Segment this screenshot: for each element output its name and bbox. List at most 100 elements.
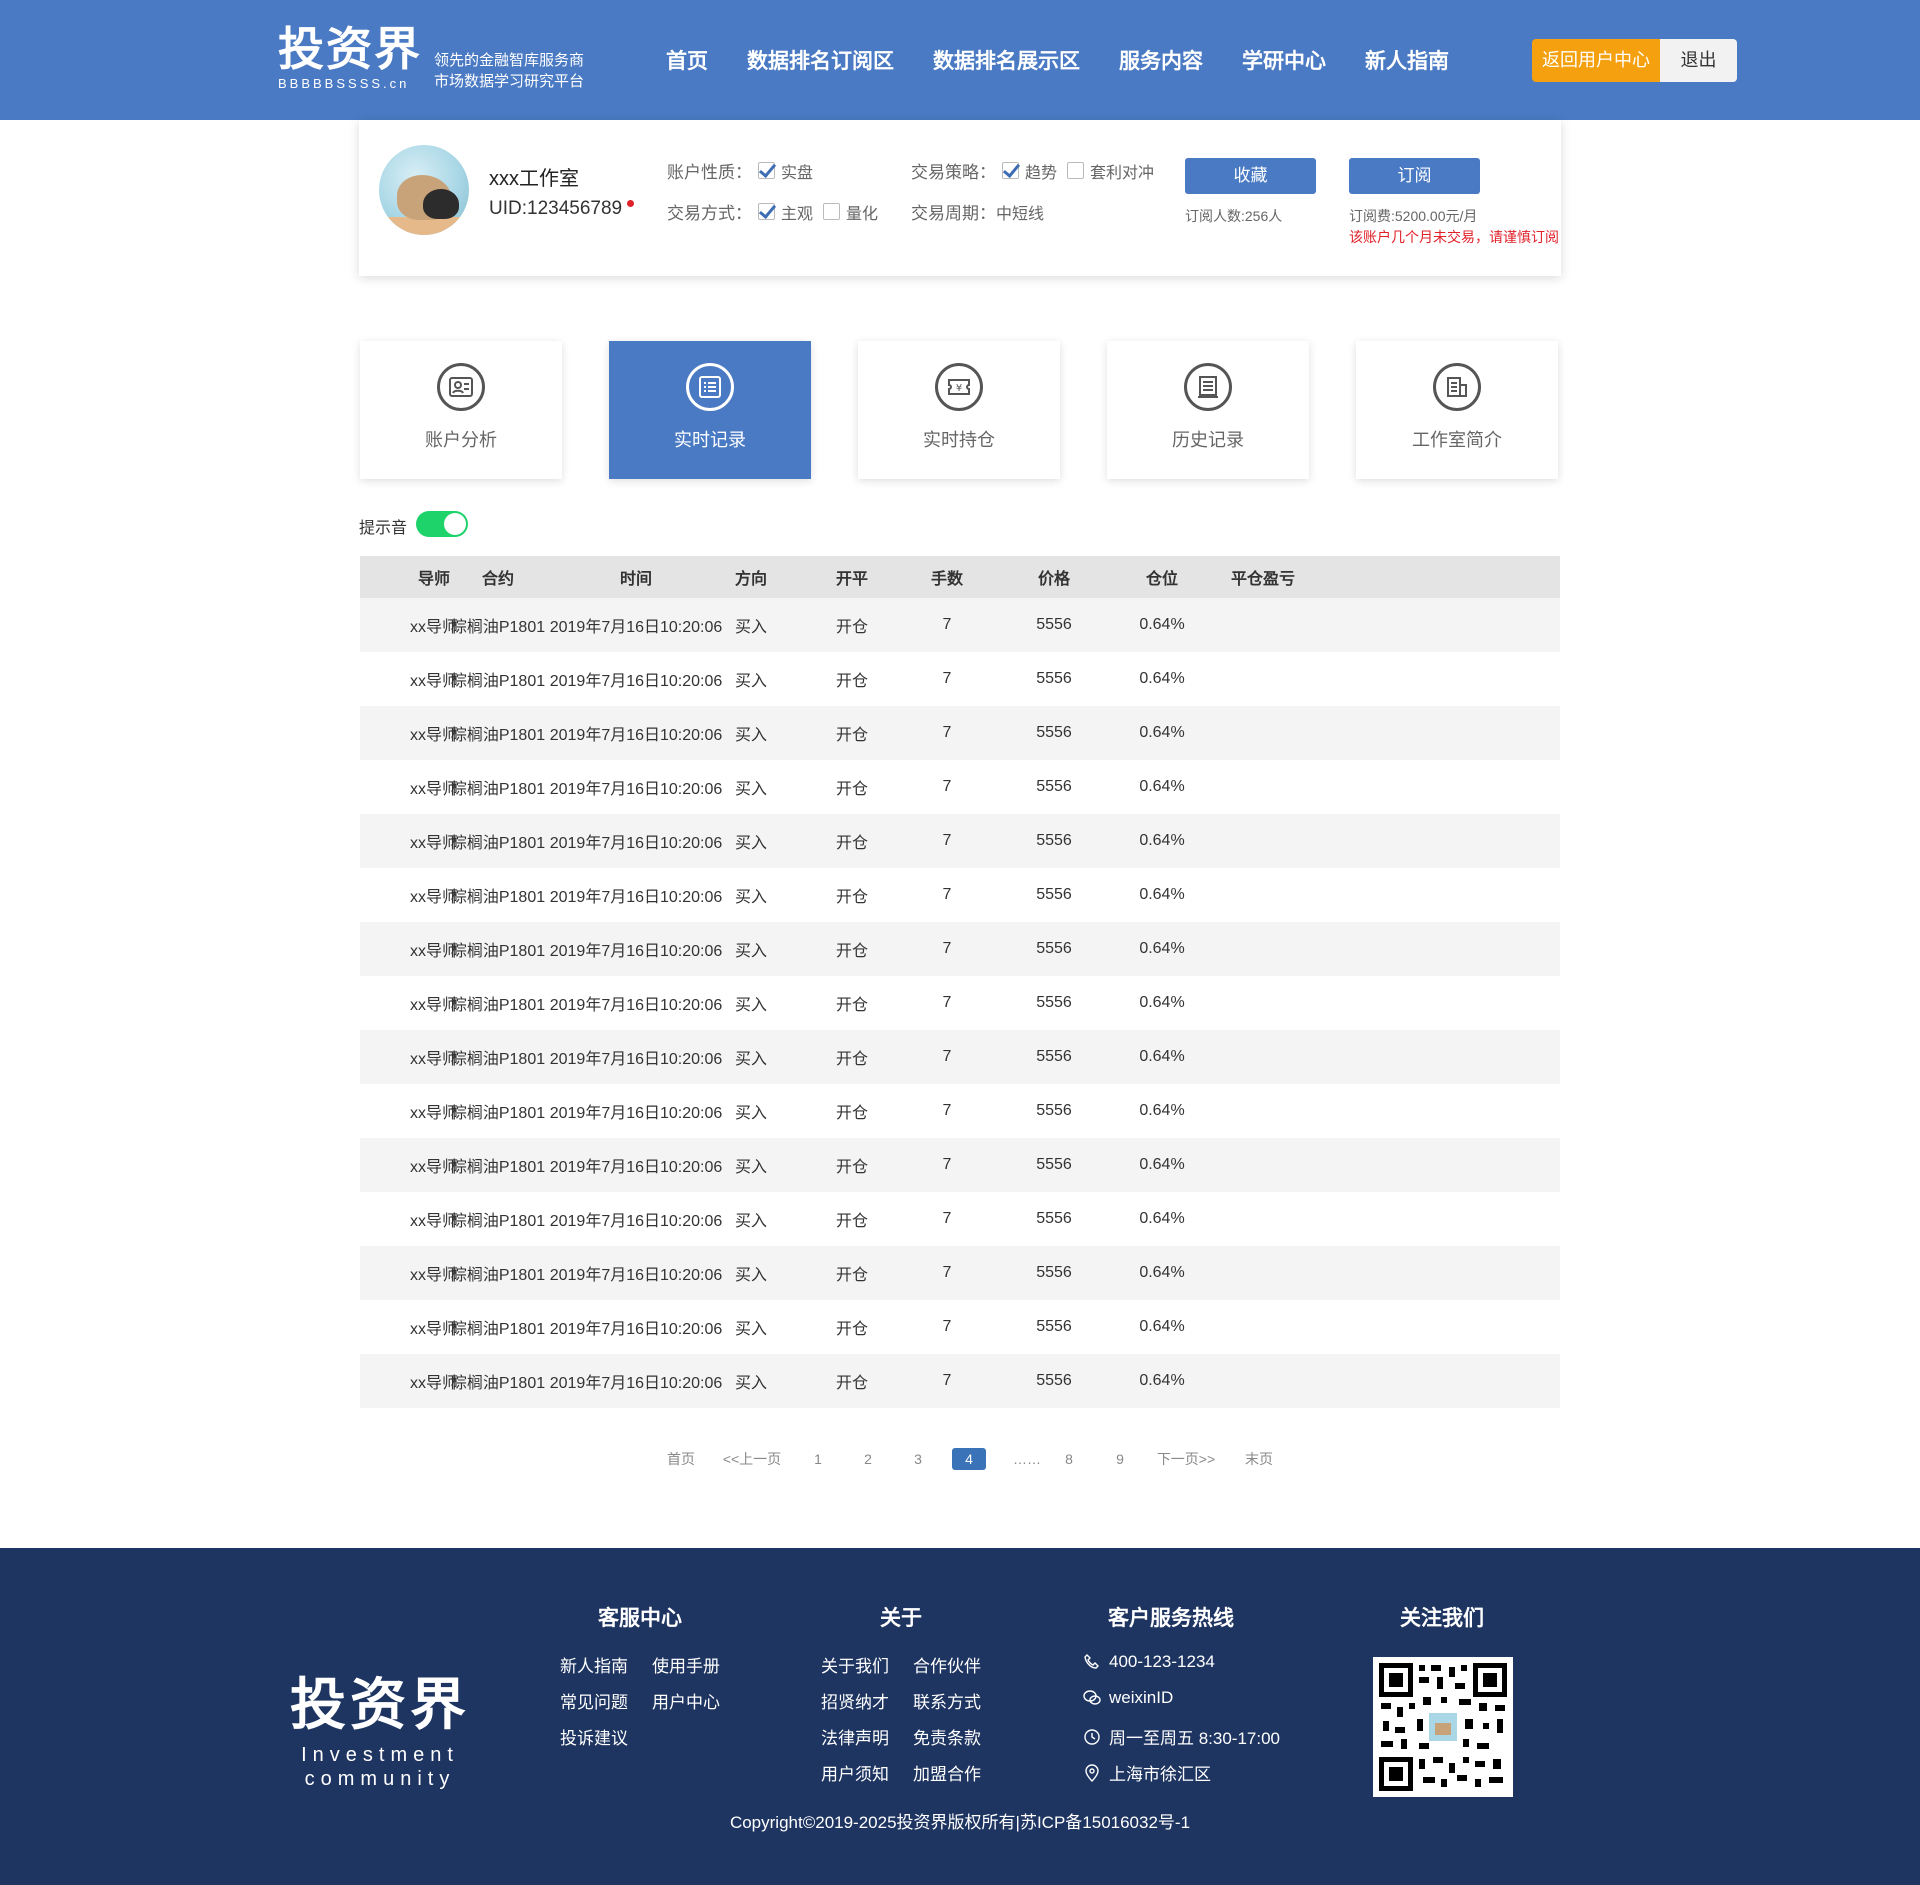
slogan: 领先的金融智库服务商 市场数据学习研究平台 [434,50,584,92]
option-real: 实盘 [781,164,814,182]
tab-label: 实时持仓 [923,430,995,450]
site-logo[interactable]: 投资界 BBBBBSSSS.cn [278,24,422,91]
pagination-next-page[interactable]: 下一页>> [1146,1448,1226,1470]
checkbox-quant[interactable] [823,203,841,220]
nav-research[interactable]: 学研中心 [1242,45,1326,75]
option-subjective: 主观 [781,205,814,223]
footer-link-user-notice[interactable]: 用户须知 [821,1760,889,1785]
checkbox-subjective[interactable] [758,203,775,220]
sound-label: 提示音 [359,520,408,537]
footer-link-complaint[interactable]: 投诉建议 [560,1724,628,1749]
account-type: 账户性质： 实盘 [667,158,813,183]
return-user-center-button[interactable]: 返回用户中心 [1532,39,1660,82]
tab-label: 实时记录 [674,430,746,450]
studio-profile-card: xxx工作室 UID:123456789 账户性质： 实盘 交易方式： 主观 量… [359,120,1561,276]
top-header: 投资界 BBBBBSSSS.cn 领先的金融智库服务商 市场数据学习研究平台 首… [0,0,1920,120]
follow-us-title: 关注我们 [1400,1607,1484,1630]
slogan-line-1: 领先的金融智库服务商 [434,52,585,69]
tab-label: 账户分析 [425,430,497,450]
nav-services[interactable]: 服务内容 [1119,45,1203,75]
pagination-last-page[interactable]: 末页 [1219,1448,1299,1470]
nav-guide[interactable]: 新人指南 [1365,45,1449,75]
footer-hours: 周一至周五 8:30-17:00 [1083,1724,1280,1749]
cell-close-pnl [1183,760,1343,814]
checkbox-trend[interactable] [1002,162,1019,179]
footer-link-about-us[interactable]: 关于我们 [821,1652,889,1677]
logo-text: 投资界 [278,22,422,76]
cell-close-pnl [1183,1138,1343,1192]
footer-link-faq[interactable]: 常见问题 [560,1688,628,1713]
logout-button[interactable]: 退出 [1660,39,1737,82]
cell-close-pnl [1183,1030,1343,1084]
checkbox-arbitrage[interactable] [1067,162,1085,179]
footer-link-user-center[interactable]: 用户中心 [652,1688,720,1713]
trade-strategy: 交易策略： 趋势 套利对冲 [911,158,1154,183]
tab-realtime-records[interactable]: 实时记录 [609,341,811,479]
tab-history-records[interactable]: 历史记录 [1107,341,1309,479]
table-row: xx导师 棕榈油P1801 2019年7月16日10:20:06 买入 开仓 7 5556 0… [360,1084,1560,1138]
collect-button[interactable]: 收藏 [1185,158,1316,194]
toggle-knob [444,513,466,535]
studio-name: xxx工作室 [489,168,579,190]
cell-close-pnl [1183,922,1343,976]
footer-wechat: weixinID [1083,1688,1173,1708]
nav-home[interactable]: 首页 [666,45,708,75]
checklist-icon [686,363,734,411]
table-row: xx导师 棕榈油P1801 2019年7月16日10:20:06 买入 开仓 7 5556 0… [360,1138,1560,1192]
tab-account-analysis[interactable]: 账户分析 [360,341,562,479]
wechat-id: weixinID [1109,1688,1174,1707]
subscribe-button[interactable]: 订阅 [1349,158,1480,194]
location-pin-icon [1085,1763,1099,1782]
checkbox-real[interactable] [758,162,775,179]
subscriber-count: 订阅人数:256人 [1185,208,1283,224]
pagination-page-3[interactable]: 3 [878,1448,958,1470]
footer-link-partners[interactable]: 合作伙伴 [913,1652,981,1677]
footer-link-contact[interactable]: 联系方式 [913,1688,981,1713]
nav-ranking-subscribe[interactable]: 数据排名订阅区 [747,45,894,75]
site-footer: 投资界 Investment community 客服中心 新人指南 使用手册 … [0,1548,1920,1885]
tab-label: 工作室简介 [1412,430,1502,450]
trade-mode: 交易方式： 主观 量化 [667,199,878,224]
qr-code[interactable] [1373,1657,1513,1797]
subscription-fee: 订阅费:5200.00元/月 [1349,208,1478,224]
service-hours: 周一至周五 8:30-17:00 [1109,1729,1281,1748]
pagination-page-4[interactable]: 4 [952,1448,986,1470]
tab-realtime-positions[interactable]: ¥ 实时持仓 [858,341,1060,479]
table-row: xx导师 棕榈油P1801 2019年7月16日10:20:06 买入 开仓 7 5556 0… [360,868,1560,922]
hotline-title: 客户服务热线 [1108,1607,1234,1630]
cell-close-pnl [1183,1300,1343,1354]
column-header-contract: 合约 [481,571,514,588]
address: 上海市徐汇区 [1109,1765,1211,1784]
cell-close-pnl [1183,598,1343,652]
cell-close-pnl [1183,706,1343,760]
status-dot [627,200,634,207]
footer-phone: 400-123-1234 [1083,1652,1215,1672]
footer-link-disclaimer[interactable]: 免责条款 [913,1724,981,1749]
nav-ranking-display[interactable]: 数据排名展示区 [933,45,1080,75]
footer-link-franchise[interactable]: 加盟合作 [913,1760,981,1785]
tab-label: 历史记录 [1172,430,1244,450]
pagination: 首页 <<上一页 1 2 3 4…… 8 9 下一页>> 末页 [0,1448,1920,1470]
sound-toggle[interactable] [416,511,468,537]
footer-link-guide[interactable]: 新人指南 [560,1652,628,1677]
logo-domain: BBBBBSSSS.cn [278,76,410,91]
pagination-first-page[interactable]: 首页 [641,1448,721,1470]
table-row: xx导师 棕榈油P1801 2019年7月16日10:20:06 买入 开仓 7 5556 0… [360,1300,1560,1354]
footer-link-legal[interactable]: 法律声明 [821,1724,889,1749]
cell-close-pnl [1183,976,1343,1030]
cell-close-pnl [1183,1246,1343,1300]
slogan-line-2: 市场数据学习研究平台 [434,73,585,90]
strategy-label: 交易策略： [911,163,996,182]
footer-link-careers[interactable]: 招贤纳才 [821,1688,889,1713]
document-stack-icon [1184,363,1232,411]
account-type-label: 账户性质： [667,163,752,182]
period-label: 交易周期： [911,204,996,223]
footer-link-manual[interactable]: 使用手册 [652,1652,720,1677]
id-card-icon [437,363,485,411]
cell-close-pnl [1183,1192,1343,1246]
footer-logo-text: 投资界 [290,1673,470,1738]
studio-uid: UID:123456789 [489,198,623,219]
period-value: 中短线 [996,205,1045,223]
tab-studio-intro[interactable]: 工作室简介 [1356,341,1558,479]
inactive-warning: 该账户几个月未交易，请谨慎订阅 [1349,229,1559,245]
